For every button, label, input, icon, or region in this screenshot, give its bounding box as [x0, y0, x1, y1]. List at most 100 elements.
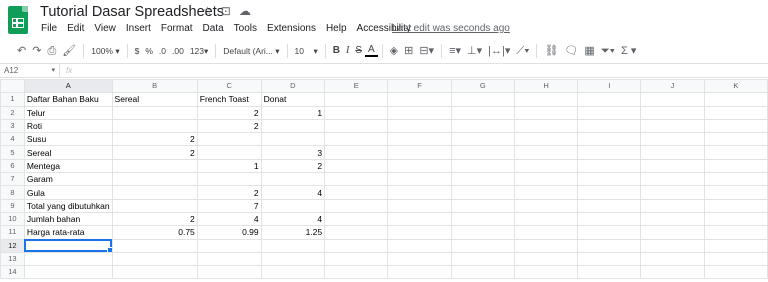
document-title[interactable]: Tutorial Dasar Spreadsheets — [40, 4, 224, 20]
cell-c3[interactable]: 2 — [196, 118, 262, 134]
cell-f11[interactable] — [387, 225, 452, 240]
paint-format-icon[interactable]: 🖌 — [59, 44, 79, 58]
text-color-button[interactable]: A — [364, 45, 378, 57]
cell-h10[interactable] — [513, 211, 579, 227]
cell-b5[interactable]: 2 — [111, 145, 198, 160]
cell-d3[interactable] — [260, 118, 326, 134]
cell-k3[interactable] — [703, 118, 768, 134]
cell-j5[interactable] — [640, 145, 705, 160]
cell-k2[interactable] — [703, 105, 768, 120]
row-header[interactable]: 4 — [0, 132, 25, 147]
cell-f5[interactable] — [387, 145, 452, 160]
column-header-a[interactable]: A — [23, 79, 113, 94]
cell-g12[interactable] — [450, 238, 515, 253]
menu-help[interactable]: Help — [325, 23, 348, 34]
column-header-f[interactable]: F — [387, 79, 452, 94]
text-rotation-icon[interactable]: ⟋▾ — [513, 44, 532, 58]
cell-k4[interactable] — [703, 132, 768, 147]
row-header[interactable]: 12 — [0, 238, 25, 253]
cell-j12[interactable] — [640, 238, 705, 253]
cell-g5[interactable] — [450, 145, 515, 160]
cell-k12[interactable] — [703, 238, 768, 253]
cell-c12[interactable] — [196, 238, 262, 253]
cell-c10[interactable]: 4 — [196, 211, 262, 227]
menu-edit[interactable]: Edit — [66, 23, 85, 34]
cell-e11[interactable] — [324, 225, 389, 240]
redo-icon[interactable]: ↷ — [29, 44, 44, 58]
cell-e2[interactable] — [324, 105, 389, 120]
cell-d11[interactable]: 1.25 — [260, 225, 326, 240]
cell-b4[interactable]: 2 — [111, 132, 198, 147]
cell-e8[interactable] — [324, 185, 389, 200]
cell-f7[interactable] — [387, 172, 452, 187]
cell-e14[interactable] — [324, 265, 389, 280]
cell-c6[interactable]: 1 — [196, 158, 262, 174]
cell-a11[interactable]: Harga rata-rata — [23, 225, 113, 240]
cell-g2[interactable] — [450, 105, 515, 120]
cell-e10[interactable] — [324, 211, 389, 227]
bold-button[interactable]: B — [330, 44, 343, 58]
row-header[interactable]: 8 — [0, 185, 25, 200]
row-header[interactable]: 13 — [0, 251, 25, 267]
cell-b8[interactable] — [111, 185, 198, 200]
cell-g13[interactable] — [450, 251, 515, 267]
cell-k1[interactable] — [703, 92, 768, 107]
row-header[interactable]: 5 — [0, 145, 25, 160]
insert-chart-icon[interactable]: ▦ — [581, 44, 597, 58]
fill-color-icon[interactable]: ◈ — [387, 44, 401, 58]
cell-a9[interactable]: Total yang dibutuhkan — [23, 198, 113, 213]
undo-icon[interactable]: ↶ — [14, 44, 29, 58]
cell-j10[interactable] — [640, 211, 705, 227]
cell-h1[interactable] — [513, 92, 579, 107]
cell-c7[interactable] — [196, 172, 262, 187]
cell-f6[interactable] — [387, 158, 452, 174]
cell-i10[interactable] — [577, 211, 642, 227]
cell-a12[interactable] — [23, 238, 113, 253]
sheets-logo-icon[interactable] — [8, 6, 28, 34]
cell-a1[interactable]: Daftar Bahan Baku — [23, 92, 113, 107]
cell-i5[interactable] — [577, 145, 642, 160]
cell-b2[interactable] — [111, 105, 198, 120]
cell-h14[interactable] — [513, 265, 579, 280]
cell-f1[interactable] — [387, 92, 452, 107]
cell-e12[interactable] — [324, 238, 389, 253]
cell-j14[interactable] — [640, 265, 705, 280]
horizontal-align-icon[interactable]: ≡▾ — [446, 44, 464, 58]
cell-d1[interactable]: Donat — [260, 92, 326, 107]
cell-c4[interactable] — [196, 132, 262, 147]
cell-j11[interactable] — [640, 225, 705, 240]
cell-h12[interactable] — [513, 238, 579, 253]
row-header[interactable]: 3 — [0, 118, 25, 134]
row-header[interactable]: 2 — [0, 105, 25, 120]
functions-button[interactable]: Σ ▾ — [618, 44, 639, 58]
cell-i4[interactable] — [577, 132, 642, 147]
cell-b12[interactable] — [111, 238, 198, 253]
cell-c13[interactable] — [196, 251, 262, 267]
menu-extensions[interactable]: Extensions — [266, 23, 317, 34]
cell-g4[interactable] — [450, 132, 515, 147]
cell-b14[interactable] — [111, 265, 198, 280]
cell-e7[interactable] — [324, 172, 389, 187]
cell-i9[interactable] — [577, 198, 642, 213]
cell-e6[interactable] — [324, 158, 389, 174]
print-icon[interactable]: ⎙ — [44, 44, 59, 58]
cell-f3[interactable] — [387, 118, 452, 134]
cell-e1[interactable] — [324, 92, 389, 107]
vertical-align-icon[interactable]: ⊥▾ — [464, 44, 485, 58]
cell-b9[interactable] — [111, 198, 198, 213]
zoom-select[interactable]: 100% ▾ — [88, 44, 122, 58]
cell-e3[interactable] — [324, 118, 389, 134]
last-edit-link[interactable]: Last edit was seconds ago — [392, 23, 510, 34]
cell-g10[interactable] — [450, 211, 515, 227]
column-header-d[interactable]: D — [260, 79, 326, 94]
cell-d4[interactable] — [260, 132, 326, 147]
cell-f12[interactable] — [387, 238, 452, 253]
row-header[interactable]: 14 — [0, 265, 25, 280]
cell-h6[interactable] — [513, 158, 579, 174]
cell-i8[interactable] — [577, 185, 642, 200]
cell-j9[interactable] — [640, 198, 705, 213]
cell-d8[interactable]: 4 — [260, 185, 326, 200]
cell-g11[interactable] — [450, 225, 515, 240]
select-all-corner[interactable] — [0, 79, 25, 94]
cell-a6[interactable]: Mentega — [23, 158, 113, 174]
